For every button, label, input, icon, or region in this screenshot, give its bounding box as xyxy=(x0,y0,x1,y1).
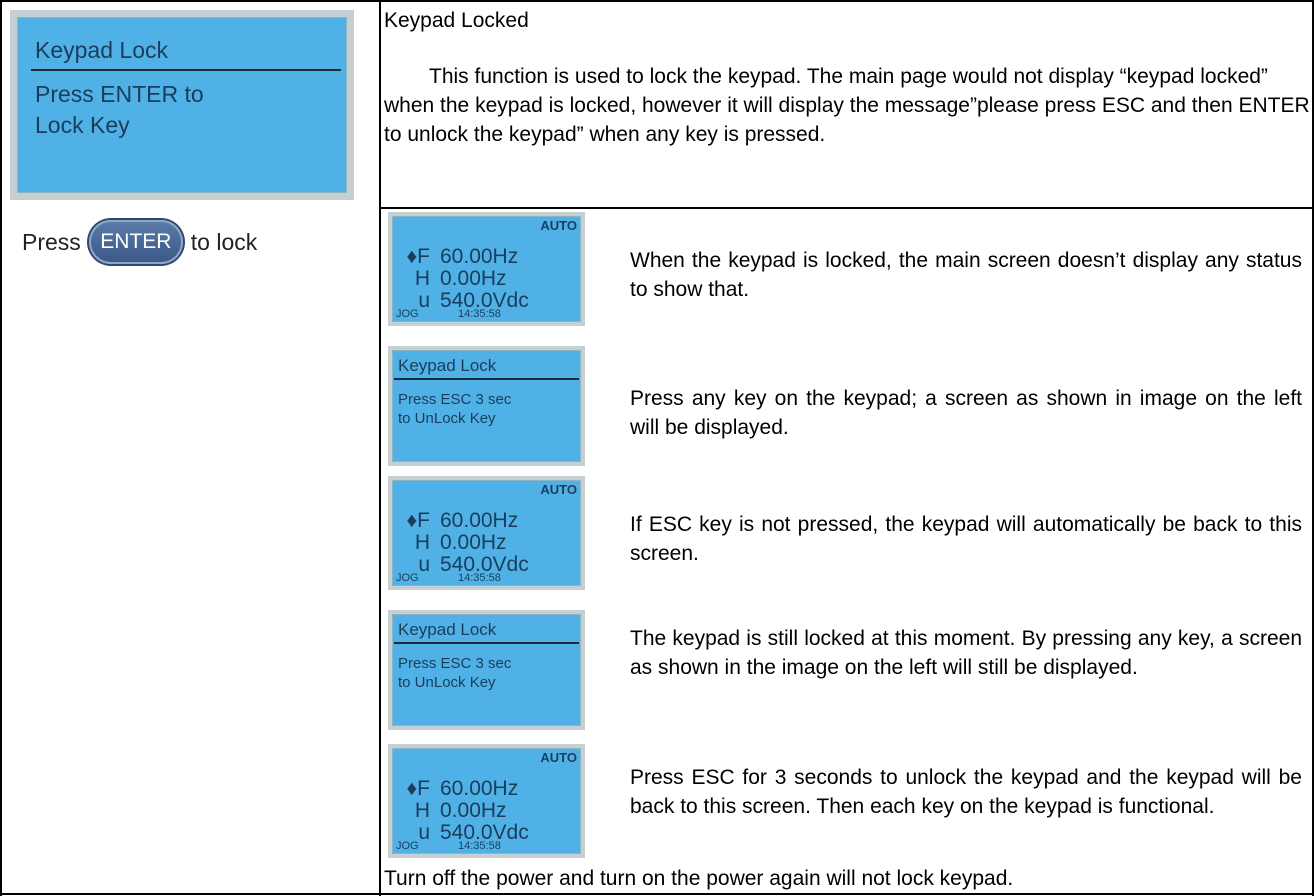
table-border-top xyxy=(0,0,1314,2)
output-prefix: H xyxy=(414,799,430,822)
clock-time: 14:35:58 xyxy=(458,840,501,852)
clock-time: 14:35:58 xyxy=(458,572,501,584)
jog-label: JOG xyxy=(396,308,419,320)
output-row: H 0.00Hz xyxy=(400,268,507,290)
output-prefix: H xyxy=(414,531,430,554)
frequency-row: ♦F 60.00Hz xyxy=(400,778,518,800)
output-value: 0.00Hz xyxy=(440,799,507,822)
jog-label: JOG xyxy=(396,840,419,852)
right-row-divider xyxy=(379,207,1314,209)
step-5-text: Press ESC for 3 seconds to unlock the ke… xyxy=(630,766,1302,818)
lock-title: Keypad Lock xyxy=(398,356,497,375)
to-lock-text: to lock xyxy=(190,228,258,255)
output-row: H 0.00Hz xyxy=(400,532,507,554)
press-text: Press xyxy=(22,228,81,255)
auto-indicator: AUTO xyxy=(540,750,577,765)
frequency-row: ♦F 60.00Hz xyxy=(400,246,518,268)
lock-title: Keypad Lock xyxy=(398,620,497,639)
unlock-prompt-lcd: Keypad Lock Press ESC 3 sec to UnLock Ke… xyxy=(388,346,585,466)
keypad-lock-lcd: Keypad Lock Press ENTER to Lock Key xyxy=(10,10,354,200)
section-title: Keypad Locked xyxy=(384,9,529,32)
auto-indicator: AUTO xyxy=(540,218,577,233)
lcd-divider xyxy=(31,69,341,71)
step-4-text: The keypad is still locked at this momen… xyxy=(630,627,1302,679)
frequency-value: 60.00Hz xyxy=(440,509,519,532)
step-2-text: Press any key on the keypad; a screen as… xyxy=(630,387,1302,439)
status-screen-lcd: AUTO ♦F 60.00Hz H 0.00Hz u 540.0Vdc JOG 14:… xyxy=(388,212,585,326)
output-prefix: H xyxy=(414,267,430,290)
lock-body: Press ESC 3 sec to UnLock Key xyxy=(398,654,511,692)
lock-line2: to UnLock Key xyxy=(398,410,496,427)
clock-time: 14:35:58 xyxy=(458,308,501,320)
lcd-body-line1: Press ENTER to xyxy=(35,81,204,107)
press-enter-instruction: Press ENTER to lock xyxy=(22,220,257,264)
step-1-text: When the keypad is locked, the main scre… xyxy=(630,249,1302,301)
output-row: H 0.00Hz xyxy=(400,800,507,822)
output-value: 0.00Hz xyxy=(440,267,507,290)
enter-key-icon: ENTER xyxy=(88,220,183,264)
unlock-prompt-lcd: Keypad Lock Press ESC 3 sec to UnLock Ke… xyxy=(388,610,585,730)
frequency-prefix: ♦F xyxy=(406,245,430,268)
lcd-body-line2: Lock Key xyxy=(35,112,130,138)
lock-line1: Press ESC 3 sec xyxy=(398,655,512,672)
frequency-value: 60.00Hz xyxy=(440,245,519,268)
status-screen-lcd: AUTO ♦F 60.00Hz H 0.00Hz u 540.0Vdc JOG 14:… xyxy=(388,744,585,858)
output-value: 0.00Hz xyxy=(440,531,507,554)
lock-divider xyxy=(394,378,579,380)
frequency-value: 60.00Hz xyxy=(440,777,519,800)
step-3-text: If ESC key is not pressed, the keypad wi… xyxy=(630,513,1302,565)
jog-label: JOG xyxy=(396,572,419,584)
footer-note: Turn off the power and turn on the power… xyxy=(384,867,1014,890)
status-screen-lcd: AUTO ♦F 60.00Hz H 0.00Hz u 540.0Vdc JOG 14:… xyxy=(388,476,585,590)
lock-body: Press ESC 3 sec to UnLock Key xyxy=(398,390,511,428)
lcd-body: Press ENTER to Lock Key xyxy=(35,79,204,141)
frequency-prefix: ♦F xyxy=(406,777,430,800)
table-border-bottom xyxy=(0,893,1314,895)
frequency-row: ♦F 60.00Hz xyxy=(400,510,518,532)
frequency-prefix: ♦F xyxy=(406,509,430,532)
auto-indicator: AUTO xyxy=(540,482,577,497)
section-description: This function is used to lock the keypad… xyxy=(384,65,1310,146)
table-border-left xyxy=(0,0,2,896)
column-divider xyxy=(379,0,381,896)
lock-divider xyxy=(394,642,579,644)
lcd-title: Keypad Lock xyxy=(35,37,168,63)
lock-line2: to UnLock Key xyxy=(398,674,496,691)
lock-line1: Press ESC 3 sec xyxy=(398,391,512,408)
